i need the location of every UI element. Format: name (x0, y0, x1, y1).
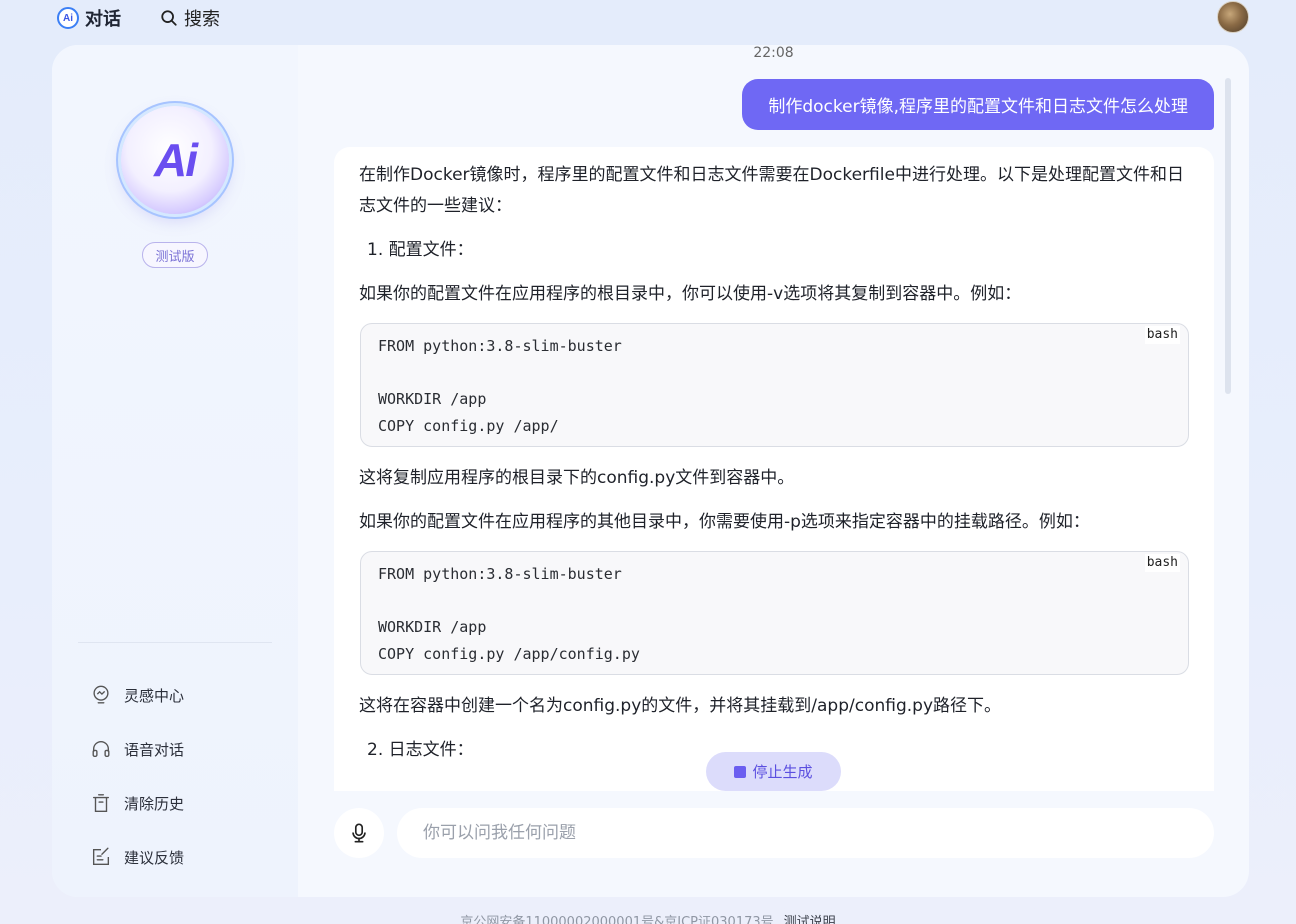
ai-orb-logo: Ai (121, 106, 229, 214)
code-block: bash FROM python:3.8-slim-buster WORKDIR… (360, 323, 1189, 447)
sidebar-item-label: 语音对话 (124, 740, 185, 759)
answer-paragraph: 如果你的配置文件在应用程序的其他目录中，你需要使用-p选项来指定容器中的挂载路径… (359, 512, 1090, 532)
code-line: WORKDIR /app (378, 618, 487, 636)
ai-orb-text: Ai (154, 134, 198, 186)
sidebar-item-label: 清除历史 (124, 794, 185, 813)
stop-generating-label: 停止生成 (752, 763, 813, 781)
code-line: FROM python:3.8-slim-buster (378, 565, 622, 583)
code-line: FROM python:3.8-slim-buster (378, 337, 622, 355)
sidebar-item-clear-history[interactable]: 清除历史 (90, 776, 270, 830)
chat-panel: 22:08 制作docker镜像,程序里的配置文件和日志文件怎么处理 在制作Do… (298, 45, 1249, 897)
code-language-label: bash (1144, 554, 1180, 572)
top-bar: Ai 对话 搜索 (0, 0, 1296, 34)
assistant-answer: 在制作Docker镜像时，程序里的配置文件和日志文件需要在Dockerfile中… (334, 147, 1214, 791)
chat-scrollbar[interactable] (1225, 78, 1231, 394)
stop-generating-button[interactable]: 停止生成 (706, 752, 841, 791)
code-language-label: bash (1144, 326, 1180, 344)
answer-intro: 在制作Docker镜像时，程序里的配置文件和日志文件需要在Dockerfile中… (359, 165, 1184, 216)
headphones-icon (92, 741, 110, 758)
code-line: COPY config.py /app/ (378, 416, 559, 435)
sidebar-item-label: 灵感中心 (124, 686, 185, 705)
app-title: 对话 (85, 9, 121, 30)
message-timestamp: 22:08 (753, 45, 794, 61)
chat-input[interactable] (397, 808, 1214, 858)
stop-icon (734, 765, 747, 778)
footer: 京公网安备11000002000001号&京ICP证030173号 测试说明 (0, 911, 1296, 924)
app-logo[interactable]: Ai 对话 (57, 5, 121, 31)
lightbulb-icon (93, 685, 109, 704)
sidebar-item-inspiration[interactable]: 灵感中心 (90, 668, 270, 722)
sidebar-item-feedback[interactable]: 建议反馈 (90, 830, 270, 884)
sidebar-item-label: 建议反馈 (124, 848, 185, 867)
microphone-button[interactable] (334, 808, 384, 858)
ai-logo-icon: Ai (57, 7, 79, 29)
answer-paragraph: 如果你的配置文件在应用程序的根目录中，你可以使用-v选项将其复制到容器中。例如： (359, 284, 1022, 304)
answer-paragraph: 这将在容器中创建一个名为config.py的文件，并将其挂载到/app/conf… (359, 696, 1002, 716)
feedback-icon (92, 847, 110, 866)
sidebar-item-voice-chat[interactable]: 语音对话 (90, 722, 270, 776)
footer-link-test-info[interactable]: 测试说明 (784, 915, 836, 924)
search-icon (161, 10, 177, 26)
main-card: Ai 测试版 灵感中心 语音对话 清除历史 建议反馈 22:08 制作docke… (52, 45, 1249, 897)
answer-list-item: 1. 配置文件： (367, 240, 474, 260)
trash-icon (92, 794, 110, 812)
code-block: bash FROM python:3.8-slim-buster WORKDIR… (360, 551, 1189, 675)
answer-paragraph: 这将复制应用程序的根目录下的config.py文件到容器中。 (359, 468, 795, 488)
code-line: WORKDIR /app (378, 390, 487, 408)
sidebar-divider (78, 642, 272, 643)
user-message: 制作docker镜像,程序里的配置文件和日志文件怎么处理 (742, 79, 1214, 130)
beta-badge: 测试版 (142, 242, 208, 268)
footer-license: 京公网安备11000002000001号&京ICP证030173号 (460, 915, 774, 924)
microphone-icon (352, 823, 366, 843)
search-label: 搜索 (184, 9, 220, 30)
code-line: COPY config.py /app/config.py (378, 644, 640, 663)
sidebar-menu: 灵感中心 语音对话 清除历史 建议反馈 (90, 668, 270, 884)
search-button[interactable]: 搜索 (160, 5, 220, 31)
user-avatar[interactable] (1217, 1, 1249, 33)
sidebar: Ai 测试版 灵感中心 语音对话 清除历史 建议反馈 (52, 45, 298, 897)
